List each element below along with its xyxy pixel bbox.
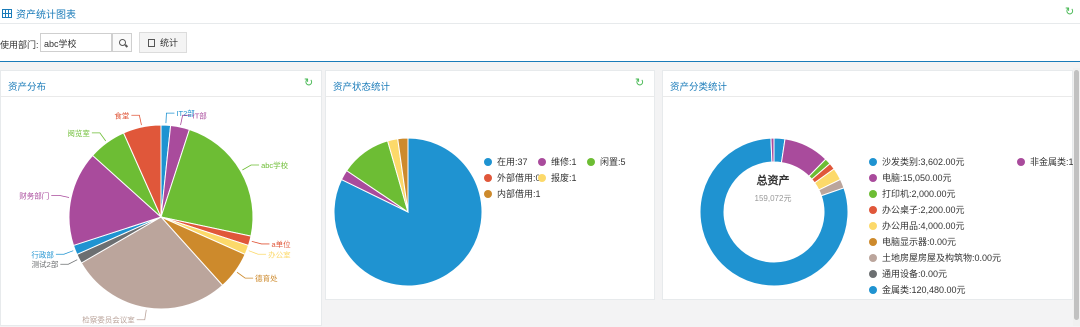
legend-marker: [484, 173, 492, 182]
legend-marker: [869, 285, 877, 294]
legend-label: 维修:1: [551, 157, 577, 167]
legend-marker: [538, 173, 546, 182]
dept-label: 使用部门:: [0, 40, 39, 50]
pie-label-line: [165, 112, 175, 124]
distribution-pie-chart: IT2部IT部abc学校a单位办公室德育处检察委员会议室测试2部行政部财务部门阅…: [19, 108, 291, 325]
dept-input[interactable]: abc学校: [40, 33, 112, 52]
legend-item[interactable]: 外部借用:0: [484, 171, 541, 184]
legend-item[interactable]: 闲置:5: [587, 155, 626, 168]
legend-label: 土地房屋房屋及构筑物:0.00元: [882, 253, 1002, 263]
page-title-text: 资产统计图表: [16, 10, 76, 21]
legend-item[interactable]: 报废:1: [538, 171, 577, 184]
legend-marker: [869, 237, 877, 246]
status-refresh-icon[interactable]: ↻: [635, 76, 644, 89]
pie-label: IT部: [193, 110, 208, 120]
legend-item[interactable]: 通用设备:0.00元: [869, 267, 947, 280]
legend-label: 电脑显示器:0.00元: [882, 237, 957, 247]
status-pie-chart: [333, 137, 483, 287]
calculator-icon: [147, 38, 155, 47]
legend-item[interactable]: 打印机:2,000.00元: [869, 187, 956, 200]
legend-marker: [1017, 157, 1025, 166]
pie-label-line: [60, 259, 78, 265]
legend-label: 在用:37: [497, 157, 528, 167]
legend-marker: [538, 157, 546, 166]
pie-label-line: [248, 250, 267, 255]
status-panel: 资产状态统计 ↻ 在用:37 维修:1 闲置:5 外部借用:0 报废:1 内部借用:1: [325, 70, 655, 300]
status-title: 资产状态统计: [333, 82, 391, 93]
pie-label-line: [55, 250, 74, 255]
legend-item[interactable]: 办公用品:4,000.00元: [869, 219, 965, 232]
distribution-title: 资产分布: [8, 82, 47, 93]
legend-label: 闲置:5: [600, 157, 626, 167]
legend-label: 外部借用:0: [497, 173, 541, 183]
distribution-refresh-icon[interactable]: ↻: [304, 76, 313, 89]
category-title: 资产分类统计: [670, 82, 728, 93]
pie-label: 阅览室: [67, 128, 90, 138]
donut-center-value: 159,072元: [754, 194, 792, 203]
legend-label: 办公桌子:2,200.00元: [882, 205, 965, 215]
legend-label: 报废:1: [551, 173, 577, 183]
legend-marker: [869, 253, 877, 262]
pie-label: a单位: [271, 239, 291, 249]
legend-item[interactable]: 土地房屋房屋及构筑物:0.00元: [869, 251, 1001, 264]
legend-marker: [869, 269, 877, 278]
stat-button[interactable]: 统计: [139, 32, 187, 53]
legend-label: 沙发类别:3,602.00元: [882, 157, 965, 167]
legend-label: 非金属类:1: [1030, 157, 1074, 167]
distribution-panel: 资产分布 ↻ IT2部 IT部 abc学校 a单位 办公室 德育处 检察委员会议室 测试2部行…: [0, 70, 322, 326]
search-icon: [118, 39, 126, 46]
legend-marker: [869, 173, 877, 182]
legend-marker: [869, 157, 877, 166]
legend-item[interactable]: 非金属类:1: [1017, 155, 1074, 168]
legend-label: 电脑:15,050.00元: [882, 173, 952, 183]
pie-label-line: [251, 240, 270, 245]
pie-label-line: [242, 164, 260, 171]
table-icon: [2, 9, 12, 18]
pie-label-line: [131, 114, 142, 126]
filter-toolbar: 使用部门: abc学校 统计: [0, 24, 1080, 62]
legend-label: 金属类:120,480.00元: [882, 285, 966, 295]
dept-search-button[interactable]: [112, 33, 132, 52]
donut-center-title: 总资产: [756, 175, 790, 187]
legend-item[interactable]: 维修:1: [538, 155, 577, 168]
legend-item[interactable]: 金属类:120,480.00元: [869, 283, 966, 296]
pie-label-line: [91, 132, 107, 142]
legend-marker: [587, 157, 595, 166]
page-title: 资产统计图表: [2, 6, 76, 21]
legend-item[interactable]: 沙发类别:3,602.00元: [869, 155, 965, 168]
pie-label: 行政部: [31, 249, 54, 259]
pie-label-line: [136, 309, 147, 321]
stat-button-label: 统计: [159, 38, 178, 48]
page-header: 资产统计图表 ↻: [0, 0, 1080, 24]
legend-item[interactable]: 办公桌子:2,200.00元: [869, 203, 965, 216]
legend-item[interactable]: 电脑:15,050.00元: [869, 171, 952, 184]
pie-label: 办公室: [268, 249, 291, 259]
pie-label: abc学校: [261, 160, 289, 170]
legend-label: 内部借用:1: [497, 189, 541, 199]
legend-marker: [484, 157, 492, 166]
legend-label: 办公用品:4,000.00元: [882, 221, 965, 231]
refresh-icon[interactable]: ↻: [1065, 5, 1074, 18]
legend-label: 通用设备:0.00元: [882, 269, 948, 279]
legend-marker: [484, 189, 492, 198]
pie-slice[interactable]: [770, 137, 775, 163]
pie-label: 财务部门: [19, 190, 49, 200]
pie-label: 德育处: [255, 273, 278, 283]
scrollbar[interactable]: [1073, 68, 1080, 326]
legend-item[interactable]: 在用:37: [484, 155, 528, 168]
legend-item[interactable]: 电脑显示器:0.00元: [869, 235, 956, 248]
category-panel: 资产分类统计 总资产 159,072元 沙发类别:3,602.00元 电脑:15,…: [662, 70, 1074, 300]
legend-label: 打印机:2,000.00元: [882, 189, 956, 199]
legend-marker: [869, 221, 877, 230]
pie-label-line: [236, 271, 254, 279]
legend-item[interactable]: 内部借用:1: [484, 187, 541, 200]
pie-label: 食堂: [114, 110, 129, 120]
pie-label: 测试2部: [32, 259, 59, 269]
pie-label-line: [51, 194, 70, 198]
legend-marker: [869, 205, 877, 214]
legend-marker: [869, 189, 877, 198]
pie-label: 检察委员会议室: [82, 315, 135, 325]
